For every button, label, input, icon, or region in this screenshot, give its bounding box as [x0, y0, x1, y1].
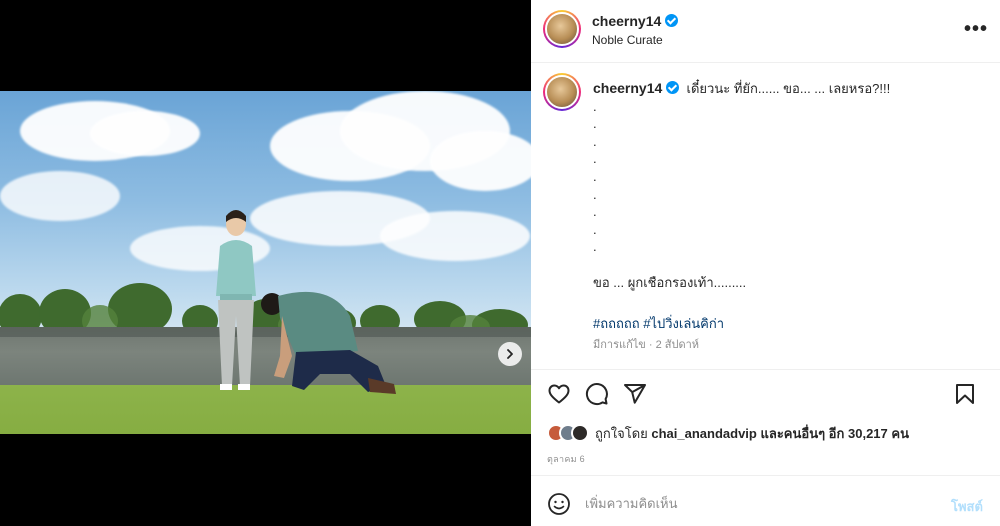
caption-author-avatar[interactable] — [543, 73, 581, 111]
post-sidebar: cheerny14 Noble Curate ••• cheerny14 เดี… — [531, 0, 1000, 526]
comment-icon[interactable] — [585, 382, 609, 406]
author-username[interactable]: cheerny14 — [592, 13, 679, 29]
caption-tail: ขอ ... ผูกเชือกรองเท้า......... — [593, 274, 747, 290]
verified-badge-icon — [665, 14, 679, 27]
caption-dot: . — [593, 151, 597, 167]
carousel-next-button[interactable] — [498, 342, 522, 366]
caption-dot: . — [593, 168, 597, 184]
caption-dot: . — [593, 133, 597, 149]
edited-timestamp: มีการแก้ไข · 2 สัปดาห์ — [593, 339, 700, 351]
hashtag-link[interactable]: #ถถถถถ — [593, 316, 640, 331]
comment-composer: โพสต์ — [531, 476, 1000, 526]
caption-dot: . — [593, 98, 597, 114]
likes-text: ถูกใจโดย chai_anandadvip และคนอื่นๆ อีก … — [595, 425, 909, 441]
verified-badge-icon — [665, 81, 679, 94]
liker-username-link[interactable]: chai_anandadvip — [651, 426, 756, 441]
heart-icon[interactable] — [547, 382, 571, 406]
bookmark-icon[interactable] — [953, 382, 977, 406]
post-caption: cheerny14 เดี๋ยวนะ ที่ยัก...... ขอ... ..… — [593, 80, 983, 291]
post-date[interactable]: ตุลาคม 6 — [547, 452, 585, 466]
caption-dot: . — [593, 221, 597, 237]
hashtags: #ถถถถถ #ไปวิ่งเล่นคิก่า — [593, 313, 724, 334]
caption-dot: . — [593, 186, 597, 202]
divider — [531, 369, 1000, 370]
caption-text: เดี๋ยวนะ ที่ยัก...... ขอ... ... เลยหรอ?!… — [686, 81, 891, 96]
author-avatar[interactable] — [543, 10, 581, 48]
more-options-button[interactable]: ••• — [964, 19, 988, 39]
chevron-right-icon — [507, 349, 513, 359]
other-likers-link[interactable]: และคนอื่นๆ อีก 30,217 คน — [760, 426, 909, 441]
caption-dot: . — [593, 116, 597, 132]
smiley-icon[interactable] — [547, 492, 571, 516]
hashtag-link[interactable]: #ไปวิ่งเล่นคิก่า — [643, 316, 724, 331]
comment-input[interactable] — [585, 491, 925, 515]
post-location[interactable]: Noble Curate — [592, 33, 663, 47]
media-pane — [0, 0, 531, 526]
post-comment-button[interactable]: โพสต์ — [951, 496, 983, 517]
caption-dot: . — [593, 239, 597, 255]
likes-summary: ถูกใจโดย chai_anandadvip และคนอื่นๆ อีก … — [547, 423, 909, 443]
paper-plane-icon[interactable] — [623, 382, 647, 406]
caption-username[interactable]: cheerny14 — [593, 80, 662, 96]
action-bar — [547, 382, 987, 408]
caption-dot: . — [593, 204, 597, 220]
liker-avatar[interactable] — [571, 424, 589, 442]
post-header: cheerny14 Noble Curate ••• — [531, 0, 1000, 63]
people-illustration — [216, 210, 396, 394]
post-photo[interactable] — [0, 91, 531, 434]
